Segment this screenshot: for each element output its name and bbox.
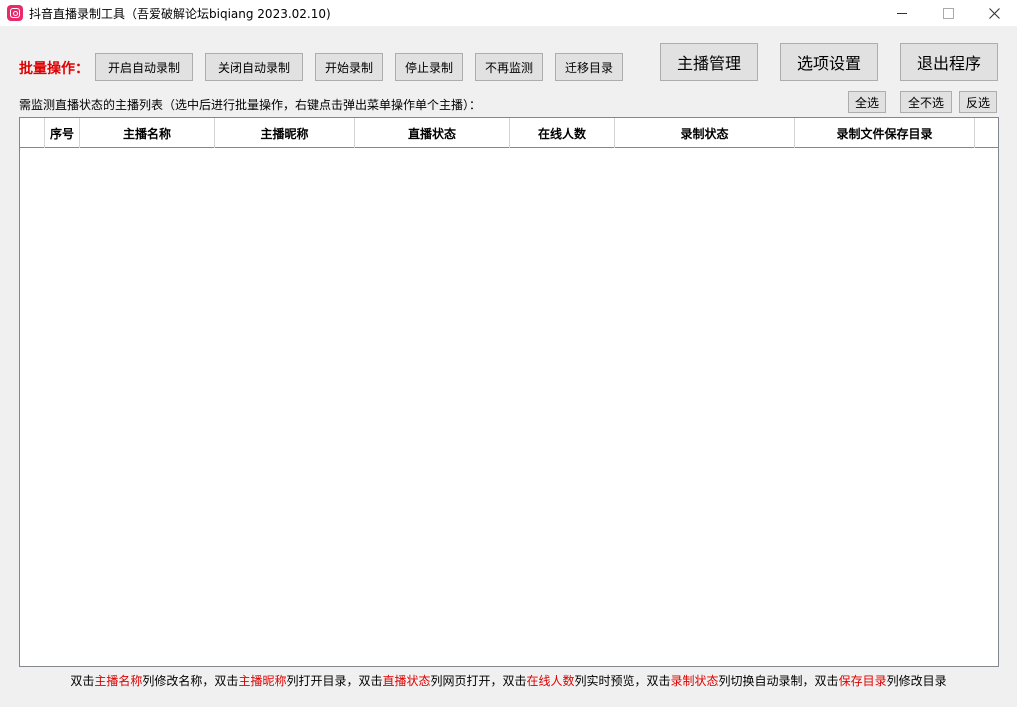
maximize-icon[interactable] — [925, 0, 971, 26]
list-caption: 需监测直播状态的主播列表（选中后进行批量操作，右键点击弹出菜单操作单个主播）： — [19, 98, 482, 112]
close-icon[interactable] — [971, 0, 1017, 26]
title-bar: 抖音直播录制工具（吾爱破解论坛biqiang 2023.02.10) — [0, 0, 1017, 26]
hint-highlight: 录制状态 — [670, 674, 719, 688]
hint-text: 列打开目录，双击 — [286, 674, 383, 688]
hint-text: 列修改名称，双击 — [142, 674, 239, 688]
anchor-manage-button[interactable]: 主播管理 — [660, 43, 758, 81]
column-header-index[interactable]: 序号 — [45, 118, 80, 148]
app-icon — [7, 5, 23, 21]
hint-highlight: 在线人数 — [526, 674, 575, 688]
hint-highlight: 直播状态 — [382, 674, 431, 688]
hint-text: 列修改目录 — [886, 674, 947, 688]
column-header-online-count[interactable]: 在线人数 — [510, 118, 615, 148]
hint-text: 列实时预览，双击 — [574, 674, 671, 688]
disable-auto-record-button[interactable]: 关闭自动录制 — [205, 53, 303, 81]
column-header-save-directory[interactable]: 录制文件保存目录 — [795, 118, 975, 148]
hint-text: 列网页打开，双击 — [430, 674, 527, 688]
hint-highlight: 主播昵称 — [238, 674, 287, 688]
stop-monitoring-button[interactable]: 不再监测 — [475, 53, 543, 81]
enable-auto-record-button[interactable]: 开启自动录制 — [95, 53, 193, 81]
options-settings-button[interactable]: 选项设置 — [780, 43, 878, 81]
window-title: 抖音直播录制工具（吾爱破解论坛biqiang 2023.02.10) — [29, 6, 331, 21]
stop-record-button[interactable]: 停止录制 — [395, 53, 463, 81]
minimize-icon[interactable] — [879, 0, 925, 26]
hint-highlight: 保存目录 — [838, 674, 887, 688]
column-header-anchor-name[interactable]: 主播名称 — [80, 118, 215, 148]
hint-highlight: 主播名称 — [94, 674, 143, 688]
start-record-button[interactable]: 开始录制 — [315, 53, 383, 81]
select-none-button[interactable]: 全不选 — [900, 91, 952, 113]
column-header-anchor-nickname[interactable]: 主播昵称 — [215, 118, 355, 148]
column-header-live-status[interactable]: 直播状态 — [355, 118, 510, 148]
exit-program-button[interactable]: 退出程序 — [900, 43, 998, 81]
migrate-directory-button[interactable]: 迁移目录 — [555, 53, 623, 81]
hint-text: 双击 — [70, 674, 95, 688]
select-all-button[interactable]: 全选 — [848, 91, 886, 113]
hint-text: 列切换自动录制，双击 — [718, 674, 839, 688]
batch-operations-label: 批量操作： — [19, 61, 89, 77]
table-header: 序号 主播名称 主播昵称 直播状态 在线人数 录制状态 录制文件保存目录 — [20, 118, 998, 148]
column-header-checkbox[interactable] — [20, 118, 45, 148]
footer-hint: 双击主播名称列修改名称，双击主播昵称列打开目录，双击直播状态列网页打开，双击在线… — [0, 672, 1017, 689]
column-header-record-status[interactable]: 录制状态 — [615, 118, 795, 148]
window-controls — [879, 0, 1017, 26]
invert-selection-button[interactable]: 反选 — [959, 91, 997, 113]
anchor-list-table[interactable]: 序号 主播名称 主播昵称 直播状态 在线人数 录制状态 录制文件保存目录 — [19, 117, 999, 667]
